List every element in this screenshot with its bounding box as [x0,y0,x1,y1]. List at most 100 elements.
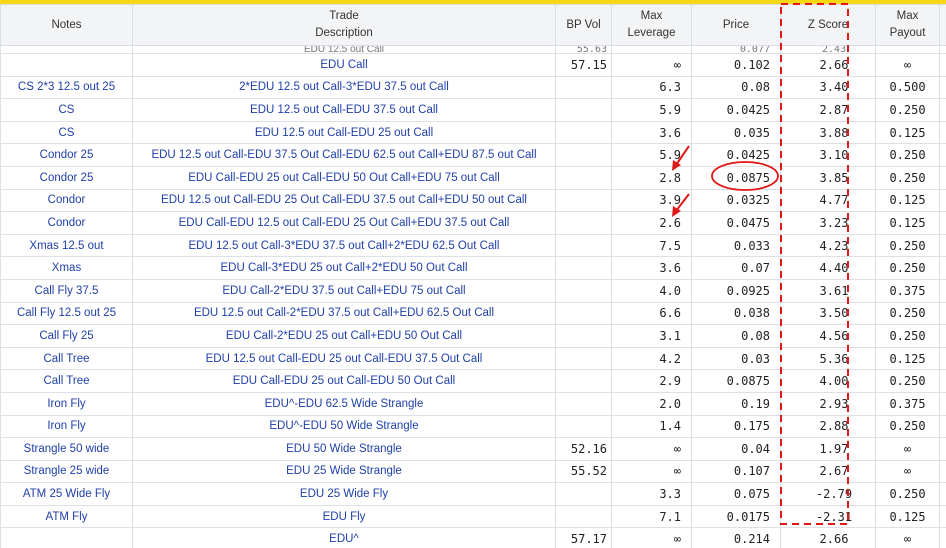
cell-max-leverage: 3.9 [611,188,692,213]
cell-trade-description: EDU 12.5 out Call-EDU 37.5 out Call [132,98,556,122]
cell-max-leverage: 3.1 [611,324,692,348]
cell-price: 0.102 [691,53,781,77]
cell-notes: Condor 25 [0,143,133,167]
table-row[interactable]: Call Tree EDU Call-EDU 25 out Call-EDU 50… [0,369,946,393]
table-row[interactable]: Condor 25 EDU Call-EDU 25 out Call-EDU 50… [0,165,946,190]
cell-bp-vol [555,211,612,235]
cell-max-leverage: 6.3 [611,75,692,100]
table-row[interactable]: Call Fly 37.5 EDU Call-2*EDU 37.5 out Cal… [0,278,946,303]
cell-bp-vol [555,98,612,122]
cell-trade-description: EDU Fly [132,504,556,529]
table-row[interactable]: Xmas EDU Call-3*EDU 25 out Call+2*EDU 50 … [0,256,946,280]
cell-z-score: 2.87 [780,98,876,122]
column-header-price[interactable]: Price [691,4,781,46]
cell-max-payout: 0.250 [875,324,940,348]
table-row[interactable]: CS EDU 12.5 out Call-EDU 25 out Call 3.6 0.… [0,120,946,145]
cell-max-leverage: 7.5 [611,233,692,258]
table-row[interactable]: Strangle 50 wide EDU 50 Wide Strangle 52.1… [0,437,946,461]
table-row[interactable]: Condor EDU 12.5 out Call-EDU 25 Out Call-… [0,188,946,213]
table-row[interactable]: Call Fly 25 EDU Call-2*EDU 25 out Call+ED… [0,324,946,348]
cell-notes: Condor [0,211,133,235]
table-row-partial[interactable]: EDU 12.5 out Call 55.63 0.077 2.43 [0,45,946,54]
table-row[interactable]: CS EDU 12.5 out Call-EDU 37.5 out Call 5.9… [0,98,946,122]
table-row[interactable]: Condor 25 EDU 12.5 out Call-EDU 37.5 Out … [0,143,946,167]
cell-trade-description: EDU Call-3*EDU 25 out Call+2*EDU 50 Out … [132,256,556,280]
cell-max-payout: 0.125 [875,346,940,371]
column-header-z-score[interactable]: Z Score [780,4,876,46]
column-header-notes[interactable]: Notes [0,4,133,46]
cell-bp-vol [555,256,612,280]
table-row[interactable]: ATM Fly EDU Fly 7.1 0.0175 -2.31 0.125 [0,504,946,529]
table-row[interactable]: Call Tree EDU 12.5 out Call-EDU 25 out Ca… [0,346,946,371]
table-row[interactable]: EDU Call 57.15 ∞ 0.102 2.66 ∞ [0,53,946,77]
cell-trade-description: EDU Call-2*EDU 25 out Call+EDU 50 Out Ca… [132,324,556,348]
table-row[interactable]: Iron Fly EDU^-EDU 62.5 Wide Strangle 2.0 0.… [0,391,946,416]
cell-max-leverage: 2.0 [611,391,692,416]
cell-max-payout: 0.500 [875,75,940,100]
column-header-max-payout[interactable]: Max Payout [875,4,940,46]
cell-notes: Iron Fly [0,414,133,439]
cell-notes: Condor [0,188,133,213]
cell-truncated [939,165,946,190]
cell-notes: Call Fly 25 [0,324,133,348]
cell-truncated [939,369,946,393]
cell-max-leverage: ∞ [611,527,692,548]
cell-z-score: 3.85 [780,165,876,190]
table-row[interactable]: Iron Fly EDU^-EDU 50 Wide Strangle 1.4 0.17… [0,414,946,439]
cell-max-payout: 0.125 [875,188,940,213]
cell-price: 0.08 [691,75,781,100]
cell-bp-vol: 52.16 [555,437,612,461]
cell-price: 0.107 [691,459,781,484]
cell-max-payout: 0.250 [875,143,940,167]
cell-trade-description: EDU Call-2*EDU 37.5 out Call+EDU 75 out … [132,278,556,303]
table-row[interactable]: Condor EDU Call-EDU 12.5 out Call-EDU 25 … [0,211,946,235]
cell-bp-vol [555,414,612,439]
cell-max-leverage: 1.4 [611,414,692,439]
cell-price: 0.07 [691,256,781,280]
cell-notes: Strangle 50 wide [0,437,133,461]
cell-truncated [939,256,946,280]
table-row[interactable]: CS 2*3 12.5 out 25 2*EDU 12.5 out Call-3*… [0,75,946,100]
cell-price: 0.19 [691,391,781,416]
cell-z-score: 2.67 [780,459,876,484]
cell-max-leverage: 2.8 [611,165,692,190]
cell-truncated [939,120,946,145]
cell-truncated [939,437,946,461]
cell-notes: ATM Fly [0,504,133,529]
cell-bp-vol [555,120,612,145]
cell-z-score: 3.50 [780,301,876,326]
cell-trade-description: EDU 12.5 out Call-EDU 25 out Call-EDU 37… [132,346,556,371]
table-row[interactable]: Call Fly 12.5 out 25 EDU 12.5 out Call-2*… [0,301,946,326]
cell-trade-description: EDU^-EDU 50 Wide Strangle [132,414,556,439]
cell-price: 0.08 [691,324,781,348]
cell-max-payout: 0.125 [875,211,940,235]
cell-truncated [939,459,946,484]
cell-truncated [939,324,946,348]
cell-max-leverage: 3.3 [611,482,692,506]
cell-price: 0.175 [691,414,781,439]
cell-price: 0.075 [691,482,781,506]
table-row[interactable]: ATM 25 Wide Fly EDU 25 Wide Fly 3.3 0.075 -2… [0,482,946,506]
column-header-trade-description[interactable]: Trade Description [132,4,556,46]
cell-z-score: 3.40 [780,75,876,100]
cell-notes: Condor 25 [0,165,133,190]
cell-price: 0.077 [691,45,781,54]
column-header-truncated[interactable]: VC [939,4,946,46]
cell-z-score: 4.00 [780,369,876,393]
cell-max-payout: 0.250 [875,369,940,393]
cell-price: 0.0325 [691,188,781,213]
cell-max-leverage: ∞ [611,53,692,77]
cell-trade-description: EDU 12.5 out Call-EDU 25 Out Call-EDU 37… [132,188,556,213]
cell-max-payout: 0.125 [875,120,940,145]
cell-max-leverage: 3.6 [611,120,692,145]
trade-table: Notes Trade Description BP Vol Max Leverag… [0,4,946,548]
table-row[interactable]: Strangle 25 wide EDU 25 Wide Strangle 55.5… [0,459,946,484]
column-header-max-leverage[interactable]: Max Leverage [611,4,692,46]
cell-notes: Xmas 12.5 out [0,233,133,258]
table-row[interactable]: EDU^ 57.17 ∞ 0.214 2.66 ∞ [0,527,946,548]
table-row[interactable]: Xmas 12.5 out EDU 12.5 out Call-3*EDU 37.… [0,233,946,258]
cell-max-leverage: 2.9 [611,369,692,393]
column-header-bp-vol[interactable]: BP Vol [555,4,612,46]
cell-price: 0.04 [691,437,781,461]
cell-price: 0.033 [691,233,781,258]
